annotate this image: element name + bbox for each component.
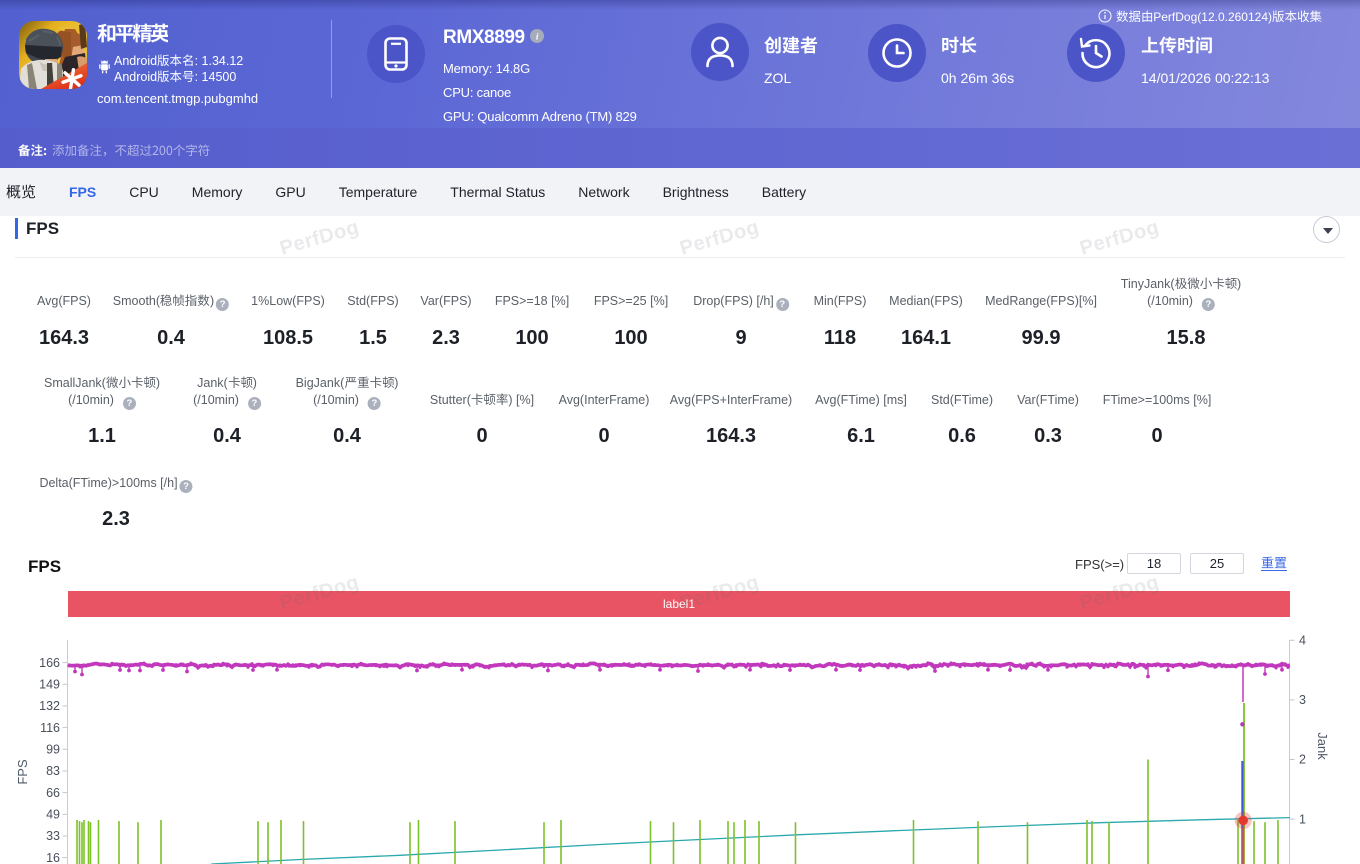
svg-text:3: 3 (1299, 693, 1306, 707)
svg-text:99: 99 (46, 743, 60, 757)
svg-text:132: 132 (39, 699, 60, 713)
svg-text:16: 16 (46, 851, 60, 864)
svg-text:1: 1 (1299, 812, 1306, 826)
svg-text:149: 149 (39, 678, 60, 692)
svg-text:2: 2 (1299, 753, 1306, 767)
svg-text:4: 4 (1299, 634, 1306, 648)
svg-text:49: 49 (46, 808, 60, 822)
svg-text:Jank: Jank (1315, 732, 1330, 760)
svg-text:116: 116 (40, 721, 60, 735)
svg-text:33: 33 (46, 829, 60, 843)
svg-text:166: 166 (39, 656, 60, 670)
svg-text:FPS: FPS (15, 759, 30, 785)
svg-text:83: 83 (46, 764, 60, 778)
svg-text:66: 66 (46, 786, 60, 800)
